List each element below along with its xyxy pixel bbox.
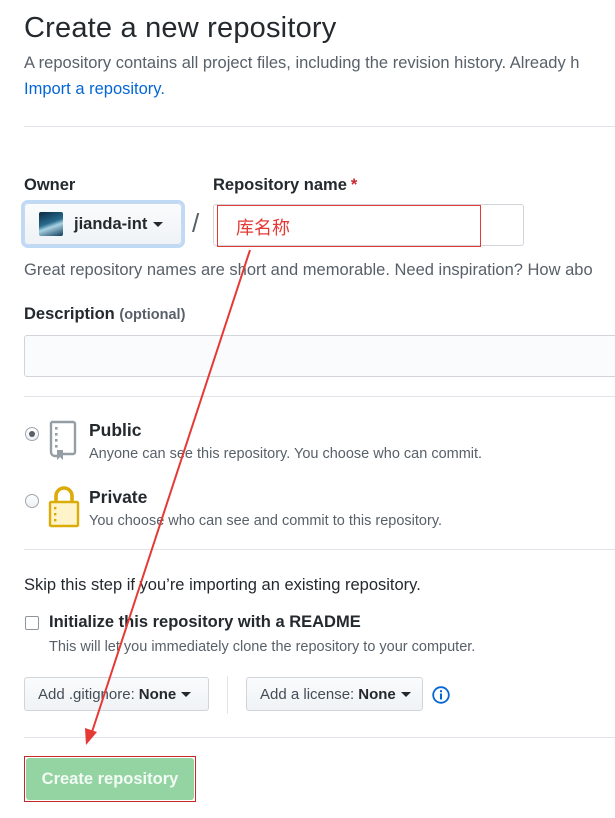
divider [24, 549, 615, 550]
public-radio[interactable] [25, 427, 39, 441]
visibility-public-title: Public [89, 420, 142, 440]
gitignore-select-button[interactable]: Add .gitignore: None [24, 677, 209, 711]
page-subtitle: A repository contains all project files,… [24, 54, 580, 72]
repo-book-icon [49, 420, 77, 460]
readme-checkbox[interactable] [25, 616, 39, 630]
divider [24, 737, 615, 738]
repository-name-hint: Great repository names are short and mem… [24, 261, 593, 279]
private-radio[interactable] [25, 494, 39, 508]
page-title: Create a new repository [24, 12, 337, 44]
readme-desc: This will let you immediately clone the … [49, 639, 476, 655]
owner-label: Owner [24, 176, 76, 194]
description-label: Description (optional) [24, 305, 185, 324]
divider [24, 396, 615, 397]
owner-repo-separator: / [192, 208, 200, 238]
owner-select-button[interactable]: jianda-int [24, 203, 182, 245]
visibility-public-desc: Anyone can see this repository. You choo… [89, 446, 483, 462]
license-prefix: Add a license: [260, 685, 355, 703]
visibility-private-desc: You choose who can see and commit to thi… [89, 513, 443, 529]
repository-name-label: Repository name * [213, 176, 357, 195]
required-mark: * [350, 176, 358, 194]
visibility-private-title: Private [89, 487, 148, 507]
gitignore-prefix: Add .gitignore: [38, 685, 135, 703]
license-value: None [358, 685, 396, 703]
lock-icon [48, 486, 80, 528]
description-label-text: Description [24, 305, 115, 323]
owner-name: jianda-int [74, 214, 148, 233]
chevron-down-icon [181, 691, 192, 697]
repository-name-value: 库名称 [236, 218, 290, 239]
gitignore-value: None [138, 685, 177, 703]
divider [24, 126, 615, 127]
info-icon[interactable] [432, 686, 450, 704]
readme-label[interactable]: Initialize this repository with a README [49, 613, 361, 632]
skip-step-note: Skip this step if you’re importing an ex… [24, 576, 421, 594]
repository-name-label-text: Repository name [213, 176, 347, 194]
annotation-highlight-box [24, 756, 196, 802]
chevron-down-icon [153, 221, 164, 227]
vertical-divider [227, 676, 228, 714]
avatar [39, 212, 63, 236]
chevron-down-icon [400, 691, 411, 697]
optional-tag: (optional) [119, 307, 186, 323]
import-repository-link[interactable]: Import a repository. [24, 80, 165, 99]
description-input[interactable] [24, 335, 615, 377]
license-select-button[interactable]: Add a license: None [246, 677, 423, 711]
